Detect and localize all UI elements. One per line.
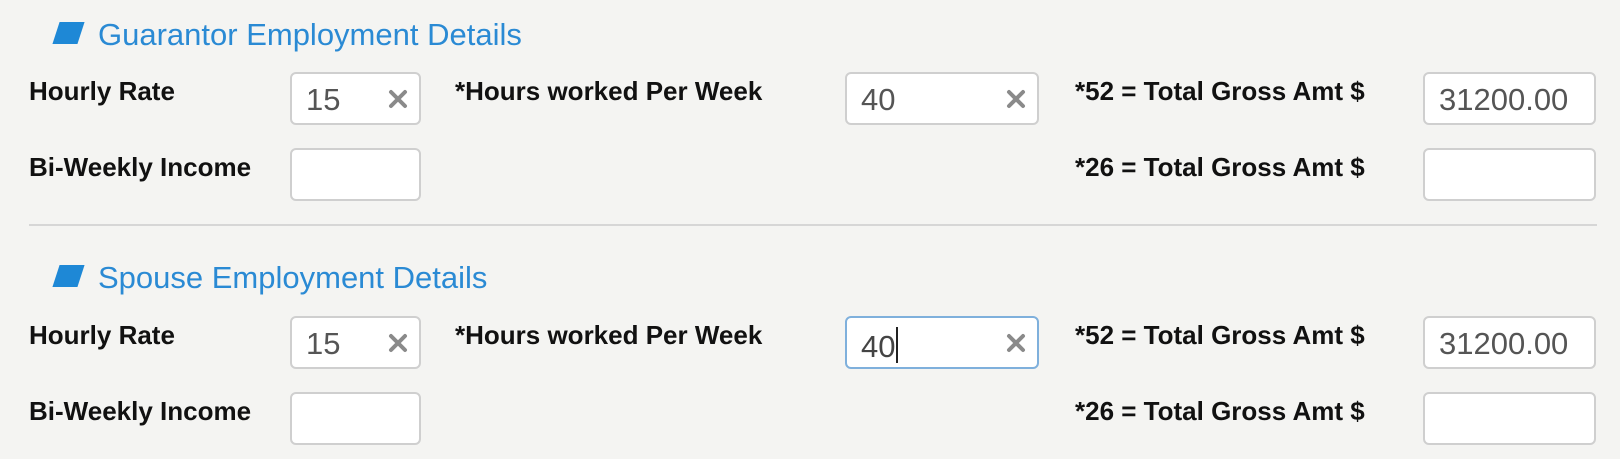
hours-per-week-label: *Hours worked Per Week xyxy=(455,320,763,350)
clear-x-icon[interactable] xyxy=(1005,332,1027,354)
hourly-rate-label: Hourly Rate xyxy=(29,320,175,350)
hourly-rate-value: 15 xyxy=(306,82,341,117)
hourly-rate-input[interactable]: 15 xyxy=(290,316,421,369)
section-title: Guarantor Employment Details xyxy=(98,17,522,52)
gross52-value: 31200.00 xyxy=(1439,326,1569,361)
section-divider xyxy=(29,224,1597,226)
gross52-label: *52 = Total Gross Amt $ xyxy=(1075,76,1365,106)
hours-per-week-label: *Hours worked Per Week xyxy=(455,76,763,106)
section-marker-icon xyxy=(52,265,85,287)
clear-x-icon[interactable] xyxy=(387,88,409,110)
gross26-label: *26 = Total Gross Amt $ xyxy=(1075,152,1365,182)
biweekly-income-label: Bi-Weekly Income xyxy=(29,396,252,426)
gross26-input[interactable] xyxy=(1423,392,1596,445)
hourly-rate-input[interactable]: 15 xyxy=(290,72,421,125)
hours-per-week-value-wrap: 40 xyxy=(861,327,899,364)
hourly-rate-label: Hourly Rate xyxy=(29,76,175,106)
gross52-input[interactable]: 31200.00 xyxy=(1423,316,1596,369)
gross26-label: *26 = Total Gross Amt $ xyxy=(1075,396,1365,426)
hourly-rate-value: 15 xyxy=(306,326,341,361)
gross52-label: *52 = Total Gross Amt $ xyxy=(1075,320,1365,350)
gross52-value: 31200.00 xyxy=(1439,82,1569,117)
gross26-input[interactable] xyxy=(1423,148,1596,201)
hours-per-week-input[interactable]: 40 xyxy=(845,316,1039,369)
section-marker-icon xyxy=(52,22,85,44)
text-caret xyxy=(896,327,899,363)
section-title: Spouse Employment Details xyxy=(98,260,488,295)
hours-per-week-value: 40 xyxy=(861,82,896,117)
gross52-input[interactable]: 31200.00 xyxy=(1423,72,1596,125)
hours-per-week-input[interactable]: 40 xyxy=(845,72,1039,125)
clear-x-icon[interactable] xyxy=(1005,88,1027,110)
clear-x-icon[interactable] xyxy=(387,332,409,354)
biweekly-income-label: Bi-Weekly Income xyxy=(29,152,252,182)
hours-per-week-value: 40 xyxy=(861,329,896,364)
biweekly-income-input[interactable] xyxy=(290,392,421,445)
biweekly-income-input[interactable] xyxy=(290,148,421,201)
